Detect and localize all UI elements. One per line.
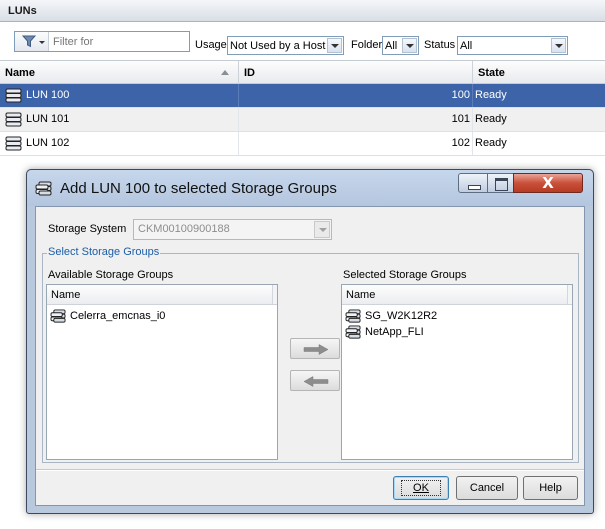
storage-group-icon: [35, 181, 52, 196]
funnel-icon: [22, 35, 36, 48]
storage-group-icon: [345, 325, 361, 339]
help-button-label: Help: [539, 482, 562, 494]
sort-ascending-icon: [221, 70, 229, 75]
column-header-name[interactable]: Name: [0, 61, 239, 84]
lun-icon: [5, 136, 22, 151]
help-button[interactable]: Help: [523, 476, 578, 500]
column-header-id[interactable]: ID: [239, 61, 473, 84]
chevron-down-icon[interactable]: [402, 38, 417, 53]
lun-table: Name ID State LUN 100 100 Ready LUN 101 …: [0, 60, 605, 156]
column-divider: [567, 285, 572, 304]
column-divider: [272, 285, 277, 304]
button-separator: [36, 469, 584, 471]
list-column-header[interactable]: Name: [342, 285, 572, 305]
add-to-selected-button[interactable]: [290, 338, 340, 359]
usage-select[interactable]: Not Used by a Host: [227, 36, 344, 55]
ok-button[interactable]: OK: [393, 476, 449, 500]
column-header-state[interactable]: State: [473, 61, 605, 84]
list-column-header-label: Name: [346, 289, 376, 301]
status-select-value: All: [460, 40, 473, 52]
storage-system-value: CKM00100900188: [138, 223, 230, 235]
dialog-body: Storage System CKM00100900188 Select Sto…: [35, 206, 585, 506]
storage-group-icon: [345, 309, 361, 323]
folder-select[interactable]: All: [382, 36, 419, 55]
status-select[interactable]: All: [457, 36, 568, 55]
maximize-button[interactable]: [487, 173, 514, 193]
lun-name-cell: LUN 101: [0, 108, 239, 131]
list-column-header-label: Name: [51, 289, 81, 301]
filter-input[interactable]: [53, 34, 187, 49]
chevron-down-icon: [314, 221, 330, 238]
add-lun-dialog: Add LUN 100 to selected Storage Groups X…: [26, 169, 594, 514]
arrow-left-icon: [303, 376, 329, 387]
column-header-label: State: [478, 67, 505, 79]
status-label: Status: [424, 39, 456, 51]
lun-id: 101: [239, 108, 473, 131]
lun-id: 100: [239, 84, 473, 107]
available-groups-list[interactable]: Name Celerra_emcnas_i0: [46, 284, 278, 460]
filter-menu-button[interactable]: [15, 32, 49, 51]
close-icon: X: [542, 174, 554, 192]
column-header-label: Name: [5, 67, 35, 79]
available-groups-label: Available Storage Groups: [48, 269, 174, 281]
list-item-label: SG_W2K12R2: [365, 310, 438, 322]
focus-ring: [401, 480, 441, 496]
cancel-button[interactable]: Cancel: [456, 476, 518, 500]
window-controls: X: [458, 173, 583, 193]
chevron-down-icon[interactable]: [551, 38, 566, 53]
selected-groups-list[interactable]: Name SG_W2K12R2 NetApp_FLI: [341, 284, 573, 460]
filter-toolbar: Usage Not Used by a Host Folder All Stat…: [0, 22, 605, 60]
group-legend: Select Storage Groups: [47, 246, 161, 258]
remove-from-selected-button[interactable]: [290, 370, 340, 391]
folder-select-value: All: [385, 40, 398, 52]
lun-name: LUN 102: [26, 137, 70, 149]
lun-id: 102: [239, 132, 473, 155]
usage-select-value: Not Used by a Host: [230, 40, 326, 52]
column-header-label: ID: [244, 67, 255, 79]
list-column-header[interactable]: Name: [47, 285, 277, 305]
filter-box: [14, 31, 190, 52]
cancel-button-label: Cancel: [469, 482, 505, 494]
minimize-button[interactable]: [458, 173, 488, 193]
lun-name-cell: LUN 102: [0, 132, 239, 155]
list-item-label: NetApp_FLI: [365, 326, 424, 338]
table-header: Name ID State: [0, 60, 605, 84]
storage-system-label: Storage System: [48, 223, 127, 235]
usage-label: Usage: [195, 39, 227, 51]
dialog-title: Add LUN 100 to selected Storage Groups: [60, 180, 337, 197]
chevron-down-icon[interactable]: [327, 38, 342, 53]
arrow-right-icon: [303, 344, 329, 355]
selected-groups-label: Selected Storage Groups: [343, 269, 467, 281]
dialog-titlebar[interactable]: Add LUN 100 to selected Storage Groups X: [27, 170, 593, 206]
storage-system-select: CKM00100900188: [133, 219, 332, 240]
lun-state: Ready: [475, 137, 507, 149]
lun-state: Ready: [475, 89, 507, 101]
table-row[interactable]: LUN 102 102 Ready: [0, 132, 605, 156]
close-button[interactable]: X: [513, 173, 583, 193]
folder-label: Folder: [351, 39, 383, 51]
lun-icon: [5, 88, 22, 103]
lun-name-cell: LUN 100: [0, 84, 239, 107]
storage-group-icon: [50, 309, 66, 323]
lun-state: Ready: [475, 113, 507, 125]
lun-name: LUN 101: [26, 113, 70, 125]
lun-icon: [5, 112, 22, 127]
lun-name: LUN 100: [26, 89, 70, 101]
table-row[interactable]: LUN 100 100 Ready: [0, 84, 605, 108]
list-item-label: Celerra_emcnas_i0: [70, 310, 166, 322]
panel-title: LUNs: [0, 0, 605, 22]
chevron-down-icon: [39, 41, 45, 44]
table-row[interactable]: LUN 101 101 Ready: [0, 108, 605, 132]
select-storage-groups-fieldset: Select Storage Groups Available Storage …: [42, 246, 579, 463]
